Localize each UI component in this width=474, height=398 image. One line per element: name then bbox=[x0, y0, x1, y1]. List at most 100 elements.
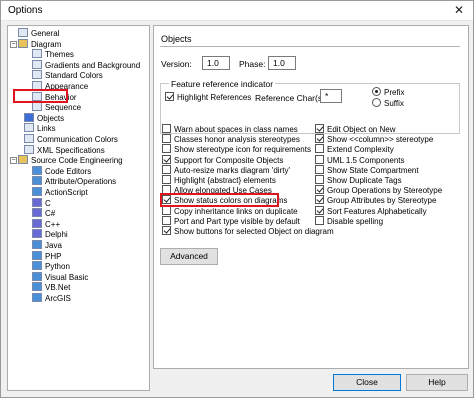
checkbox-box[interactable] bbox=[315, 195, 324, 205]
checkbox-box[interactable] bbox=[315, 144, 324, 154]
option-highlight-abstract-elements-checkbox[interactable]: Highlight {abstract} elements bbox=[162, 175, 276, 185]
version-input[interactable]: 1.0 bbox=[202, 56, 230, 70]
tree-item-sequence[interactable]: Sequence bbox=[32, 102, 81, 113]
checkbox-box[interactable] bbox=[162, 154, 171, 164]
code-icon bbox=[32, 176, 42, 186]
objects-icon bbox=[24, 112, 34, 122]
page-icon bbox=[18, 28, 28, 37]
checkbox-label: Extend Complexity bbox=[327, 145, 394, 155]
prefix-radio[interactable]: Prefix bbox=[372, 87, 404, 97]
status-colors-highlight-box bbox=[160, 193, 279, 207]
tree-item-label: PHP bbox=[45, 251, 62, 261]
tree-item-visual-basic[interactable]: Visual Basic bbox=[32, 271, 89, 283]
collapse-toggle-icon[interactable]: − bbox=[10, 40, 17, 48]
option-show-state-compartment-checkbox[interactable]: Show State Compartment bbox=[315, 164, 419, 175]
checkbox-box[interactable] bbox=[162, 134, 171, 144]
tree-item-label: Objects bbox=[37, 113, 65, 123]
option-copy-inheritance-links-on-duplicate-checkbox[interactable]: Copy inheritance links on duplicate bbox=[162, 205, 298, 216]
checkbox-box[interactable] bbox=[315, 154, 324, 164]
tree-item-objects[interactable]: Objects bbox=[24, 112, 65, 124]
tree-item-label: ActionScript bbox=[45, 188, 88, 197]
checkbox-box[interactable] bbox=[315, 215, 324, 225]
option-support-for-composite-objects-checkbox[interactable]: Support for Composite Objects bbox=[162, 154, 283, 165]
tree-item-code-editors[interactable]: Code Editors bbox=[32, 165, 91, 177]
option-edit-object-on-new-checkbox[interactable]: Edit Object on New bbox=[315, 124, 395, 134]
checkbox-box[interactable] bbox=[315, 175, 324, 184]
tree-item-c[interactable]: C bbox=[32, 197, 51, 209]
checkbox-box[interactable] bbox=[315, 185, 324, 195]
checkbox-label: UML 1.5 Components bbox=[327, 155, 405, 165]
option-group-attributes-by-stereotype-checkbox[interactable]: Group Attributes by Stereotype bbox=[315, 195, 436, 205]
tree-item-arcgis[interactable]: ArcGIS bbox=[32, 293, 71, 304]
highlight-references-checkbox[interactable]: Highlight References bbox=[165, 92, 251, 102]
options-tree[interactable]: General Diagram − Themes Gradients and Backg… bbox=[7, 25, 150, 391]
checkbox-box[interactable] bbox=[315, 134, 324, 144]
help-button[interactable]: Help bbox=[406, 374, 468, 391]
checkbox-box[interactable] bbox=[162, 144, 171, 154]
checkbox-box[interactable] bbox=[162, 124, 171, 133]
option-show-buttons-for-selected-object-on-diagram-checkbox[interactable]: Show buttons for selected Object on diag… bbox=[162, 226, 334, 236]
reference-chars-label: Reference Char(s) bbox=[255, 93, 325, 103]
advanced-button[interactable]: Advanced bbox=[160, 248, 218, 265]
checkbox-box[interactable] bbox=[315, 124, 324, 133]
checkbox-label: Auto-resize marks diagram 'dirty' bbox=[174, 165, 290, 175]
option-warn-about-spaces-in-class-names-checkbox[interactable]: Warn about spaces in class names bbox=[162, 124, 298, 134]
tree-item-java[interactable]: Java bbox=[32, 240, 62, 251]
title-bar: Options ✕ bbox=[1, 1, 473, 21]
radio-dot[interactable] bbox=[372, 87, 381, 96]
checkbox-box[interactable] bbox=[162, 215, 171, 225]
option-group-operations-by-stereotype-checkbox[interactable]: Group Operations by Stereotype bbox=[315, 185, 442, 195]
page-icon bbox=[32, 59, 42, 69]
tree-item-vb-net[interactable]: VB.Net bbox=[32, 282, 70, 293]
option-extend-complexity-checkbox[interactable]: Extend Complexity bbox=[315, 144, 394, 154]
tree-item-general[interactable]: General bbox=[18, 28, 59, 39]
option-show-stereotype-icon-for-requirements-checkbox[interactable]: Show stereotype icon for requirements bbox=[162, 144, 311, 154]
tree-item-communication-colors[interactable]: Communication Colors bbox=[24, 134, 118, 145]
code-icon bbox=[32, 165, 42, 175]
tree-item-standard-colors[interactable]: Standard Colors bbox=[32, 70, 103, 81]
panel-title: Objects bbox=[161, 34, 192, 44]
tree-item-php[interactable]: PHP bbox=[32, 250, 62, 262]
collapse-toggle-icon[interactable]: − bbox=[10, 157, 17, 165]
option-show-duplicate-tags-checkbox[interactable]: Show Duplicate Tags bbox=[315, 175, 402, 185]
tree-item-label: General bbox=[31, 29, 60, 38]
reference-chars-input[interactable]: * bbox=[320, 89, 342, 103]
tree-item-diagram[interactable]: Diagram bbox=[18, 38, 61, 50]
option-sort-features-alphabetically-checkbox[interactable]: Sort Features Alphabetically bbox=[315, 205, 427, 216]
checkbox-label: Show buttons for selected Object on diag… bbox=[174, 227, 334, 236]
tree-item-label: Visual Basic bbox=[45, 272, 89, 282]
checkbox-box[interactable] bbox=[165, 92, 174, 101]
option-port-and-part-type-visible-by-default-checkbox[interactable]: Port and Part type visible by default bbox=[162, 215, 300, 226]
checkbox-box[interactable] bbox=[162, 164, 171, 174]
tree-item-links[interactable]: Links bbox=[24, 123, 56, 134]
option-disable-spelling-checkbox[interactable]: Disable spelling bbox=[315, 215, 383, 226]
code-icon bbox=[32, 187, 42, 196]
option-classes-honor-analysis-stereotypes-checkbox[interactable]: Classes honor analysis stereotypes bbox=[162, 134, 300, 144]
tree-item-delphi[interactable]: Delphi bbox=[32, 229, 68, 240]
option-show-column-stereotype-checkbox[interactable]: Show <<column>> stereotype bbox=[315, 134, 433, 144]
tree-item-c[interactable]: C++ bbox=[32, 218, 60, 230]
checkbox-box[interactable] bbox=[315, 205, 324, 215]
tree-item-xml-specifications[interactable]: XML Specifications bbox=[24, 144, 105, 156]
tree-item-python[interactable]: Python bbox=[32, 261, 70, 272]
phase-input[interactable]: 1.0 bbox=[268, 56, 296, 70]
checkbox-box[interactable] bbox=[162, 175, 171, 184]
tree-item-attribute-operations[interactable]: Attribute/Operations bbox=[32, 176, 116, 187]
option-uml-1-5-components-checkbox[interactable]: UML 1.5 Components bbox=[315, 154, 405, 165]
checkbox-box[interactable] bbox=[162, 226, 171, 235]
tree-item-source-code-engineering[interactable]: Source Code Engineering bbox=[18, 155, 123, 166]
tree-item-gradients-and-background[interactable]: Gradients and Background bbox=[32, 59, 140, 71]
suffix-label: Suffix bbox=[384, 99, 404, 108]
option-auto-resize-marks-diagram-dirty-checkbox[interactable]: Auto-resize marks diagram 'dirty' bbox=[162, 164, 290, 175]
tree-item-label: Sequence bbox=[45, 103, 82, 113]
close-button[interactable]: Close bbox=[333, 374, 401, 391]
checkbox-label: Copy inheritance links on duplicate bbox=[174, 206, 298, 216]
tree-item-themes[interactable]: Themes bbox=[32, 49, 74, 60]
tree-item-actionscript[interactable]: ActionScript bbox=[32, 187, 88, 198]
checkbox-box[interactable] bbox=[315, 164, 324, 174]
close-window-icon[interactable]: ✕ bbox=[451, 3, 467, 18]
tree-item-c[interactable]: C# bbox=[32, 208, 55, 219]
radio-dot[interactable] bbox=[372, 98, 381, 107]
suffix-radio[interactable]: Suffix bbox=[372, 98, 404, 108]
checkbox-label: Sort Features Alphabetically bbox=[327, 206, 427, 216]
